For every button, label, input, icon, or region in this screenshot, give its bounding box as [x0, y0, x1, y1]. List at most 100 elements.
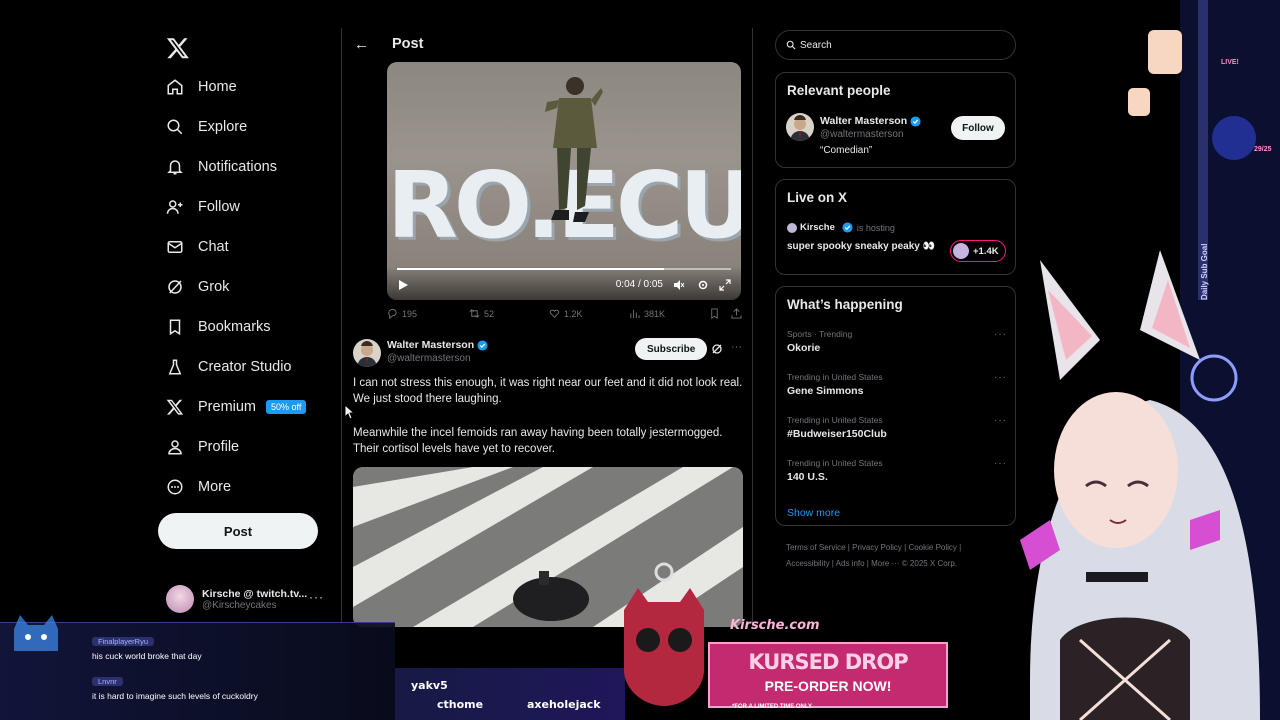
fullscreen-icon[interactable]: [719, 279, 731, 291]
grok-icon[interactable]: [711, 343, 723, 355]
repost-count: 52: [484, 308, 495, 319]
nav-notifications[interactable]: Notifications: [166, 152, 277, 182]
heart-icon: [549, 309, 560, 318]
back-arrow-icon[interactable]: ←: [354, 36, 369, 53]
footer-link[interactable]: Accessibility: [786, 559, 830, 568]
subscribe-button[interactable]: Subscribe: [635, 338, 708, 360]
trend-item[interactable]: Trending in United States 140 U.S. ···: [787, 458, 1007, 483]
views-action[interactable]: 381K: [629, 308, 665, 319]
trend-item[interactable]: Trending in United States Gene Simmons ·…: [787, 372, 1007, 397]
nav-bookmarks[interactable]: Bookmarks: [166, 312, 271, 342]
live-stream-title[interactable]: super spooky sneaky peaky 👀: [787, 240, 937, 253]
more-icon[interactable]: ···: [309, 590, 324, 604]
trend-name: 140 U.S.: [787, 471, 828, 483]
footer-link[interactable]: More ···: [871, 559, 899, 568]
footer-link[interactable]: Terms of Service: [786, 543, 846, 552]
sub-goal-counter: 29/25: [1254, 146, 1272, 153]
search-box[interactable]: [775, 30, 1016, 60]
nav-premium-label: Premium: [198, 399, 257, 415]
more-icon[interactable]: ···: [994, 372, 1007, 383]
nav-grok[interactable]: Grok: [166, 272, 229, 302]
whats-happening-card: What’s happening Sports · Trending Okori…: [775, 286, 1016, 526]
trend-name: Okorie: [787, 342, 821, 354]
relevant-person-bio: “Comedian”: [820, 145, 873, 156]
footer-link[interactable]: Cookie Policy: [908, 543, 956, 552]
trend-item[interactable]: Sports · Trending Okorie ···: [787, 329, 1007, 354]
reply-action[interactable]: 195: [387, 308, 417, 319]
nav-chat-label: Chat: [198, 239, 229, 255]
mute-icon[interactable]: [673, 279, 685, 291]
nav-profile[interactable]: Profile: [166, 432, 239, 462]
promo-box: KURSED DROP PRE-ORDER NOW!: [708, 642, 948, 708]
promo-site: Kirsche.com: [730, 618, 820, 633]
chat-message: FinalplayerRyu his cuck world broke that…: [92, 631, 312, 661]
add-person-icon: [166, 200, 183, 214]
account-switcher[interactable]: Kirsche @ twitch.tv... @Kirscheycakes ··…: [166, 584, 336, 614]
trend-item[interactable]: Trending in United States #Budweiser150C…: [787, 415, 1007, 440]
nav-creator-studio-label: Creator Studio: [198, 359, 292, 375]
bookmark-icon[interactable]: [709, 308, 720, 319]
x-logo-icon[interactable]: [166, 36, 190, 60]
show-more-link[interactable]: Show more: [787, 507, 840, 519]
trend-context: Trending in United States: [787, 458, 883, 468]
chat-message: Lnvnr it is hard to imagine such levels …: [92, 671, 312, 701]
share-icon[interactable]: [731, 308, 742, 319]
viewer-name: cthome: [437, 698, 484, 711]
relevant-person-name-text: Walter Masterson: [820, 115, 908, 127]
trend-context: Trending in United States: [787, 415, 883, 425]
video-frame-person: [545, 77, 603, 222]
video-progress-bar[interactable]: [397, 268, 731, 270]
post-action-bar: 195 52 1.2K 381K: [387, 308, 743, 324]
cat-mascot-icon: [14, 615, 58, 651]
account-name: Kirsche @ twitch.tv...: [202, 587, 308, 600]
follow-button[interactable]: Follow: [951, 116, 1005, 140]
stream-chat: FinalplayerRyu his cuck world broke that…: [0, 615, 395, 720]
nav-premium[interactable]: Premium 50% off: [166, 392, 307, 422]
viewer-name: axeholejack: [527, 698, 601, 711]
nav-more[interactable]: More: [166, 472, 231, 502]
relevant-person-name[interactable]: Walter Masterson: [820, 115, 921, 127]
whats-happening-title: What’s happening: [787, 297, 903, 312]
settings-gear-icon[interactable]: [697, 279, 709, 291]
nav-creator-studio[interactable]: Creator Studio: [166, 352, 292, 382]
bookmark-icon: [169, 319, 181, 336]
flask-icon: [168, 359, 182, 375]
reply-count: 195: [402, 308, 418, 319]
views-chart-icon: [630, 309, 640, 319]
more-icon[interactable]: ···: [994, 415, 1007, 426]
copyright: © 2025 X Corp.: [901, 559, 958, 568]
nav-home[interactable]: Home: [166, 72, 237, 102]
footer-link[interactable]: Ads info: [836, 559, 865, 568]
search-input[interactable]: [800, 39, 1000, 51]
post-button[interactable]: Post: [158, 513, 318, 549]
sub-goal-label: Daily Sub Goal: [1200, 243, 1209, 300]
avatar[interactable]: [786, 113, 814, 141]
verified-badge-icon: [842, 222, 853, 233]
search-icon: [786, 40, 796, 50]
footer-link[interactable]: Privacy Policy: [852, 543, 902, 552]
nav-bookmarks-label: Bookmarks: [198, 319, 271, 335]
x-logo-icon: [166, 399, 184, 415]
nav-follow[interactable]: Follow: [166, 192, 240, 222]
reply-author[interactable]: Walter Masterson: [387, 339, 488, 351]
person-icon: [168, 440, 182, 455]
live-listener-count[interactable]: +1.4K: [950, 240, 1006, 262]
video-player[interactable]: RO.ECU 0:04 / 0:05: [387, 62, 741, 300]
repost-icon: [469, 309, 480, 318]
verified-badge-icon: [910, 115, 921, 127]
nav-chat[interactable]: Chat: [166, 232, 229, 262]
more-icon[interactable]: ···: [994, 329, 1007, 340]
play-icon[interactable]: [397, 279, 409, 291]
more-icon[interactable]: ···: [994, 458, 1007, 469]
relevant-person-handle: @waltermasterson: [820, 129, 904, 140]
avatar[interactable]: [353, 339, 381, 367]
more-icon[interactable]: ···: [731, 341, 742, 353]
views-count: 381K: [644, 308, 666, 319]
mouse-cursor-icon: [344, 404, 356, 420]
like-action[interactable]: 1.2K: [549, 308, 583, 319]
nav-explore[interactable]: Explore: [166, 112, 247, 142]
trend-name: #Budweiser150Club: [787, 428, 887, 440]
live-host[interactable]: Kirsche is hosting: [787, 222, 895, 233]
viewer-name: yakv5: [411, 679, 448, 692]
repost-action[interactable]: 52: [469, 308, 494, 319]
